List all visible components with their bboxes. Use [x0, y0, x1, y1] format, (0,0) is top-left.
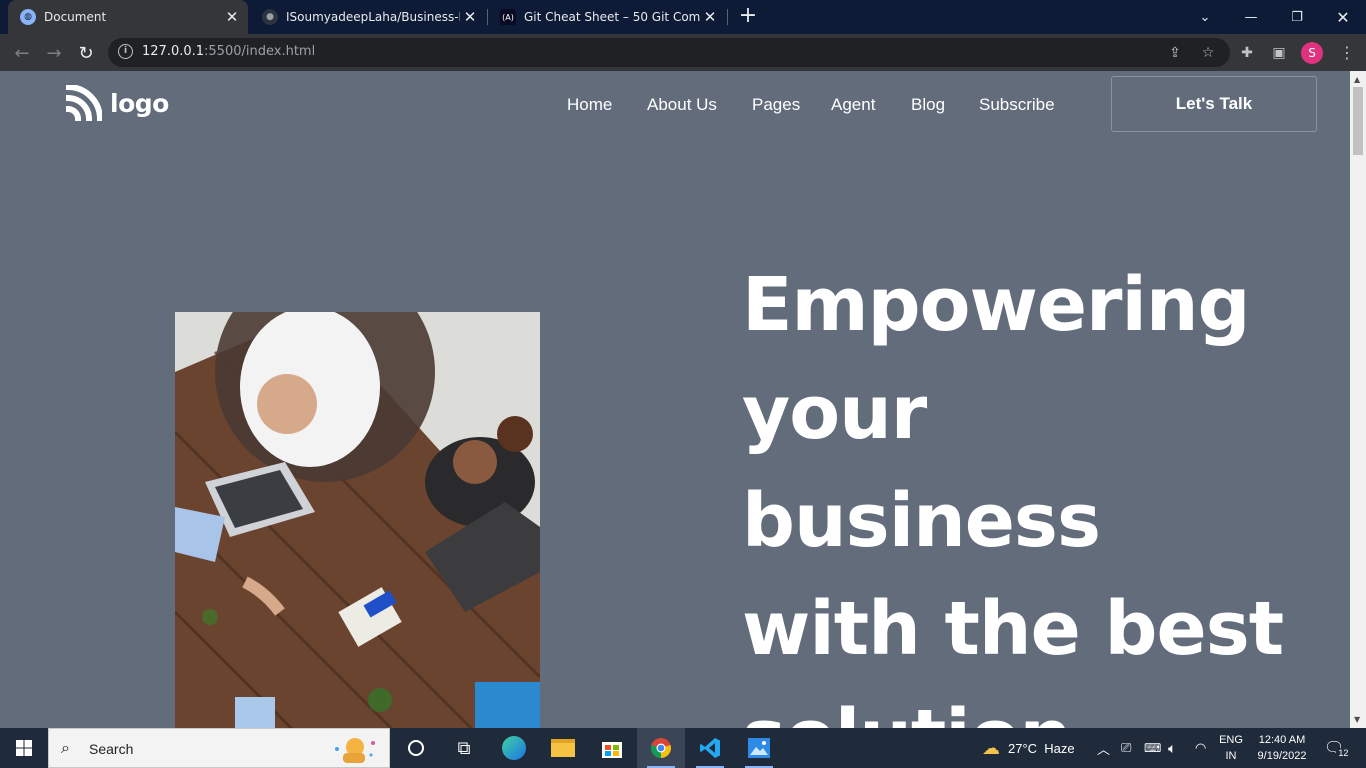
cortana-button[interactable]	[392, 728, 440, 768]
edge-icon	[502, 736, 526, 760]
file-explorer-app[interactable]	[539, 728, 587, 768]
nav-home[interactable]: Home	[567, 95, 612, 115]
folder-icon	[551, 739, 575, 757]
taskbar-search[interactable]: ⌕ Search	[48, 728, 390, 768]
tab-document[interactable]: ◍ Document ✕	[8, 0, 248, 34]
browser-toolbar: ← → ↻ i 127.0.0.1:5500/index.html ⇪ ☆ ✚ …	[0, 34, 1366, 71]
keyboard-icon: ⌨	[1144, 741, 1162, 755]
site-logo[interactable]: logo	[66, 85, 169, 121]
new-tab-button[interactable]: +	[736, 5, 760, 29]
vscode-icon	[700, 738, 720, 758]
tab-divider	[727, 9, 728, 25]
vscode-app[interactable]	[686, 728, 734, 768]
address-bar[interactable]: i 127.0.0.1:5500/index.html ⇪ ☆	[108, 38, 1230, 67]
region-code: IN	[1225, 750, 1237, 762]
chevron-up-icon: ︿	[1097, 741, 1111, 757]
wifi-icon: ◠	[1195, 740, 1207, 755]
close-tab-icon[interactable]: ✕	[460, 8, 480, 26]
chrome-app[interactable]	[637, 728, 685, 768]
edge-app[interactable]	[490, 728, 538, 768]
weather-widget[interactable]: ☁ 27°C Haze	[982, 728, 1075, 768]
minimize-button[interactable]: —	[1228, 0, 1274, 34]
clock-date: 9/19/2022	[1257, 750, 1307, 762]
page-scrollbar[interactable]: ▲ ▼	[1350, 71, 1366, 728]
notification-count: 12	[1336, 748, 1351, 758]
forward-button[interactable]: →	[41, 40, 67, 66]
tab-title: ISoumyadeepLaha/Business-Landing	[286, 10, 460, 24]
meet-now-button[interactable]: ⎚	[1121, 728, 1131, 768]
search-highlight-icon	[335, 738, 375, 763]
camera-icon: ⎚	[1121, 740, 1132, 755]
github-icon: ●	[262, 9, 278, 25]
tab-title: Document	[44, 10, 107, 24]
side-panel-icon[interactable]: ▣	[1268, 42, 1290, 64]
page-viewport: logo Home About Us Pages Agent Blog Subs…	[0, 71, 1350, 728]
store-icon	[602, 742, 622, 758]
tab-title: Git Cheat Sheet – 50 Git Commands	[524, 10, 700, 24]
globe-icon: ◍	[20, 9, 36, 25]
volume-button[interactable]: 🔈︎	[1168, 728, 1176, 768]
close-window-button[interactable]: ✕	[1320, 0, 1366, 34]
close-tab-icon[interactable]: ✕	[700, 8, 720, 26]
nav-agent[interactable]: Agent	[831, 95, 875, 115]
profile-avatar[interactable]: S	[1301, 42, 1323, 64]
logo-text: logo	[110, 88, 169, 118]
task-view-icon: ⧉	[457, 737, 471, 759]
url-text[interactable]: 127.0.0.1:5500/index.html	[142, 44, 315, 59]
search-icon: ⌕	[61, 738, 70, 757]
language-indicator[interactable]: ENG IN	[1217, 732, 1245, 764]
extensions-icon[interactable]: ✚	[1236, 42, 1258, 64]
rss-logo-icon	[66, 85, 102, 121]
restore-button[interactable]: ❐	[1274, 0, 1320, 34]
tray-overflow-button[interactable]: ︿	[1097, 728, 1110, 768]
tab-strip: ◍ Document ✕ ● ISoumyadeepLaha/Business-…	[0, 0, 1366, 34]
tab-github[interactable]: ● ISoumyadeepLaha/Business-Landing ✕	[250, 0, 486, 34]
windows-taskbar: ⌕ Search ⧉ ☁ 27°C Haze ︿ ⎚ ⌨ 🔈︎ ◠ ENG IN…	[0, 728, 1366, 768]
network-button[interactable]: ◠	[1195, 728, 1206, 768]
nav-blog[interactable]: Blog	[911, 95, 945, 115]
search-label: Search	[89, 741, 134, 757]
freecodecamp-icon: (A)	[500, 9, 516, 25]
bookmark-star-icon[interactable]: ☆	[1198, 43, 1218, 63]
photos-app[interactable]	[735, 728, 783, 768]
notification-center-button[interactable]: 🗨︎ 12	[1324, 728, 1351, 768]
clock[interactable]: 12:40 AM 9/19/2022	[1250, 732, 1314, 764]
headline-line: your	[742, 370, 927, 456]
headline-line: business	[742, 478, 1101, 564]
tab-search-button[interactable]: ⌄	[1182, 0, 1228, 34]
headline-line: Empowering	[742, 262, 1251, 348]
tab-git-cheat-sheet[interactable]: (A) Git Cheat Sheet – 50 Git Commands ✕	[488, 0, 726, 34]
headline-line: solution	[742, 683, 1322, 728]
hero-image	[175, 312, 540, 728]
close-tab-icon[interactable]: ✕	[222, 8, 242, 26]
input-indicator-button[interactable]: ⌨	[1144, 728, 1161, 768]
share-icon[interactable]: ⇪	[1165, 43, 1185, 63]
nav-subscribe[interactable]: Subscribe	[979, 95, 1055, 115]
headline-line: with the best	[742, 586, 1284, 672]
cortana-circle-icon	[408, 740, 424, 756]
task-view-button[interactable]: ⧉	[440, 728, 488, 768]
lets-talk-button[interactable]: Let's Talk	[1111, 76, 1317, 132]
weather-text: 27°C Haze	[1008, 740, 1075, 756]
scroll-up-arrow-icon[interactable]: ▲	[1354, 75, 1360, 84]
hero-headline: Empowering your business with the best s…	[742, 251, 1322, 728]
nav-pages[interactable]: Pages	[752, 95, 800, 115]
reload-button[interactable]: ↻	[73, 40, 99, 66]
windows-logo-icon	[16, 740, 32, 756]
site-info-icon[interactable]: i	[118, 44, 133, 59]
microsoft-store-app[interactable]	[588, 728, 636, 768]
scrollbar-thumb[interactable]	[1353, 87, 1363, 155]
business-meeting-illustration	[175, 312, 540, 728]
start-button[interactable]	[0, 728, 48, 768]
menu-kebab-icon[interactable]: ⋮	[1336, 42, 1358, 64]
language-code: ENG	[1219, 734, 1243, 746]
weather-icon: ☁	[982, 737, 1000, 758]
chrome-icon	[651, 738, 671, 758]
clock-time: 12:40 AM	[1258, 734, 1306, 746]
scroll-down-arrow-icon[interactable]: ▼	[1354, 715, 1360, 724]
nav-about-us[interactable]: About Us	[647, 95, 717, 115]
back-button[interactable]: ←	[9, 40, 35, 66]
speaker-icon: 🔈︎	[1168, 739, 1177, 756]
photos-icon	[748, 738, 770, 758]
